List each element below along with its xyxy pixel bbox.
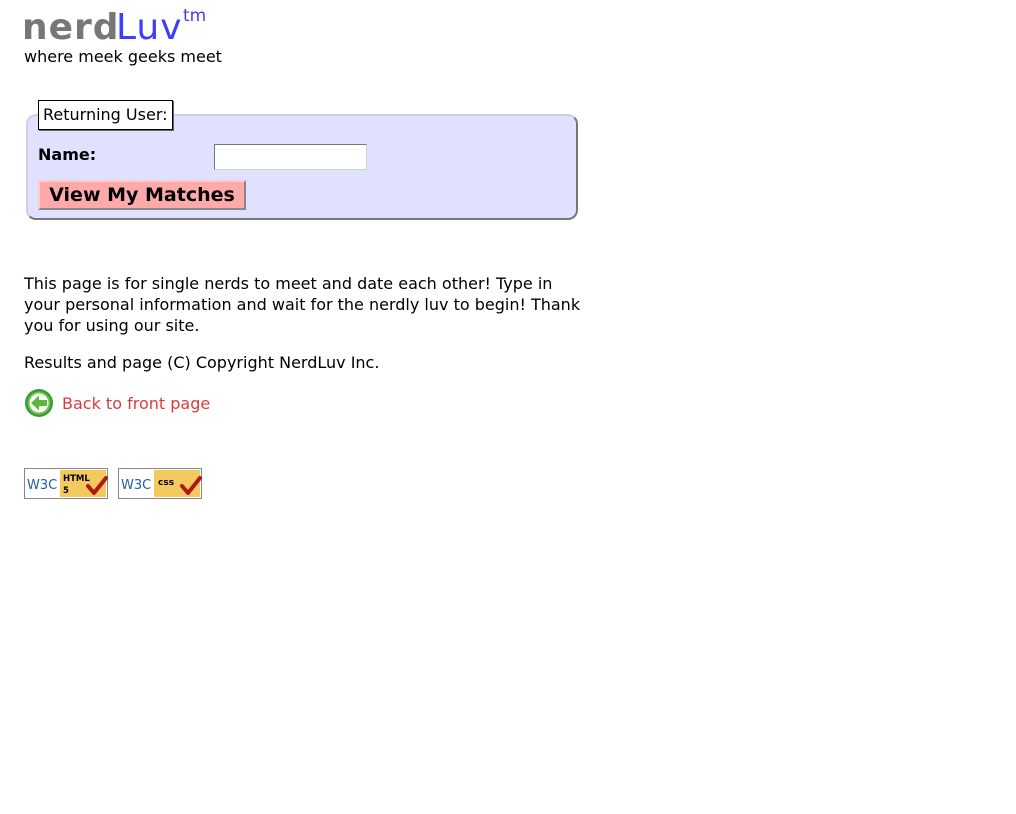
badge-css-label: css xyxy=(158,478,174,488)
validator-badges: W3C HTML 5 W3C css xyxy=(24,468,202,499)
page: nerd Luv tm where meek geeks meet Return… xyxy=(0,0,1016,814)
copyright-text: Results and page (C) Copyright NerdLuv I… xyxy=(24,353,380,372)
login-legend: Returning User: xyxy=(38,100,173,130)
badge-html-w3c: W3C xyxy=(27,478,57,493)
logo-nerd-text: nerd xyxy=(22,7,120,48)
back-to-front-page-link[interactable]: Back to front page xyxy=(24,388,210,418)
view-my-matches-button[interactable]: View My Matches xyxy=(38,180,246,210)
logo-luv-text: Luv xyxy=(116,7,183,48)
back-link-label: Back to front page xyxy=(62,393,211,413)
name-label: Name: xyxy=(38,145,97,164)
w3c-css-badge: W3C css xyxy=(118,468,202,499)
w3c-html5-badge-link[interactable]: W3C HTML 5 xyxy=(24,468,108,499)
logo-trademark: tm xyxy=(183,6,207,26)
badge-html-label: HTML xyxy=(63,474,90,484)
back-arrow-icon xyxy=(25,389,53,417)
site-logo: nerd Luv tm xyxy=(22,6,222,48)
intro-text: This page is for single nerds to meet an… xyxy=(24,274,581,335)
badge-css-w3c: W3C xyxy=(121,478,151,493)
name-input[interactable] xyxy=(214,144,367,170)
w3c-html5-badge: W3C HTML 5 xyxy=(24,468,108,499)
w3c-css-badge-link[interactable]: W3C css xyxy=(118,468,202,499)
site-tagline: where meek geeks meet xyxy=(24,47,222,66)
badge-html-version: 5 xyxy=(63,486,69,496)
